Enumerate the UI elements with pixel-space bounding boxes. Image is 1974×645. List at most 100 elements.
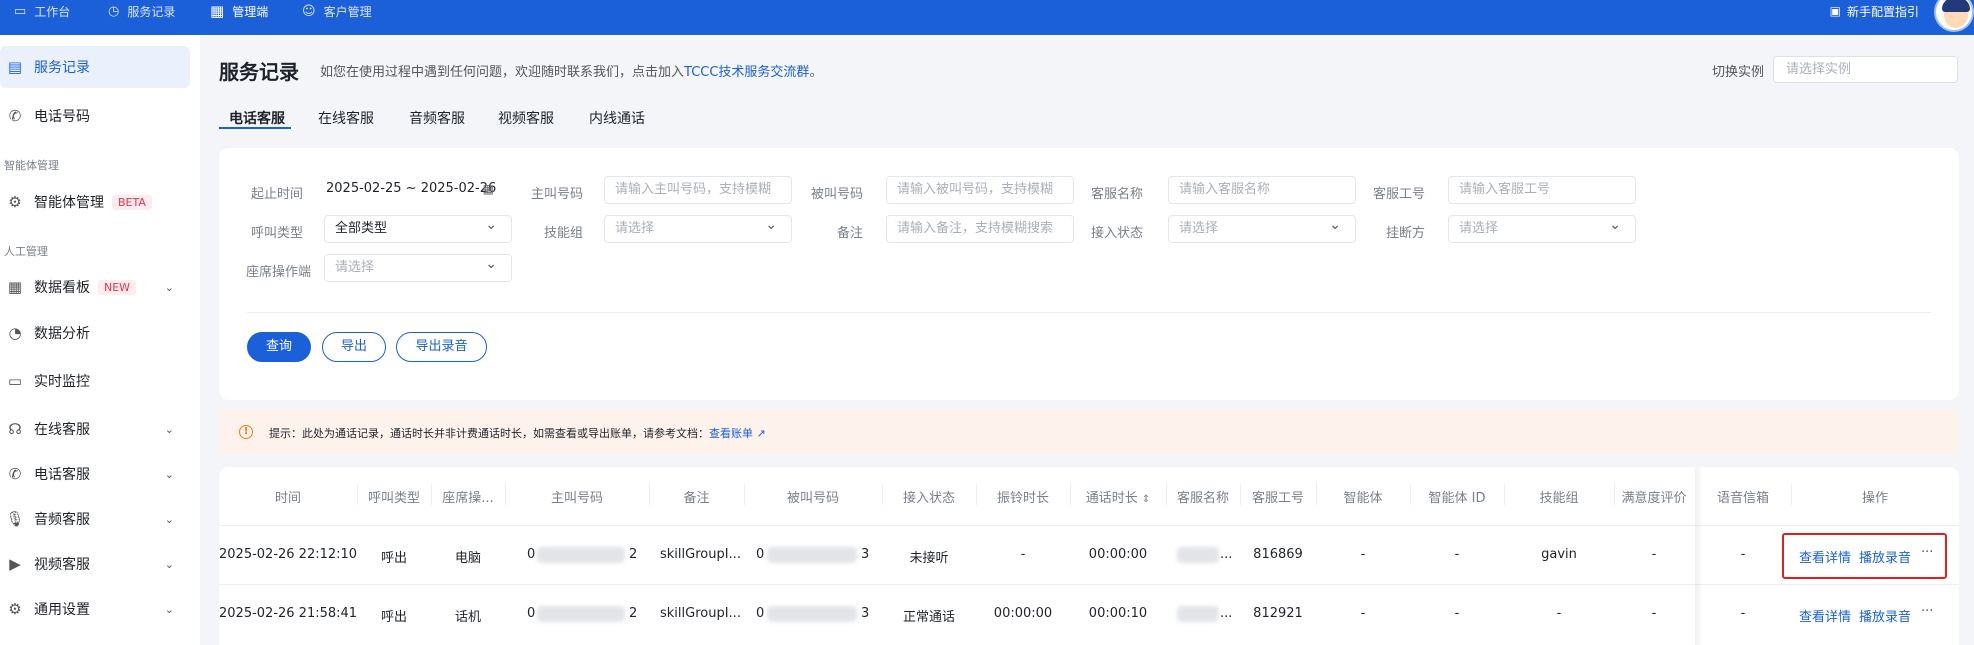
filter-panel: 起止时间 2025-02-25 ~ 2025-02-26 ▦ 主叫号码 请输入主… <box>219 148 1959 400</box>
sidebar-item-audio-service[interactable]: 🎙 音频客服 ⌄ <box>0 498 190 540</box>
cell-voicemail: - <box>1740 547 1746 562</box>
agent-name-input[interactable]: 请输入客服名称 <box>1168 176 1356 204</box>
col-actions: 操作 <box>1861 491 1888 506</box>
sidebar: ▤ 服务记录 ✆ 电话号码 智能体管理 ⚙ 智能体管理 BETA 人工管理 ▦ … <box>0 35 200 645</box>
phone-icon: ✆ <box>8 465 22 483</box>
sidebar-item-online-service[interactable]: ☊ 在线客服 ⌄ <box>0 408 190 450</box>
caller-label: 主叫号码 <box>530 187 583 202</box>
col-caller: 主叫号码 <box>550 491 603 506</box>
avatar-hair-icon <box>1942 0 1970 12</box>
view-detail-link[interactable]: 查看详情 <box>1799 606 1851 625</box>
col-agent-name: 客服名称 <box>1176 491 1229 506</box>
cell-access: 正常通话 <box>902 610 955 625</box>
col-callee: 被叫号码 <box>786 491 839 506</box>
tab-audio-service[interactable]: 音频客服 <box>409 108 465 128</box>
sidebar-item-data-analysis[interactable]: ◔ 数据分析 <box>0 312 190 354</box>
sidebar-item-dashboard[interactable]: ▦ 数据看板 NEW ⌄ <box>0 266 190 308</box>
switch-instance-select[interactable]: 请选择实例 <box>1773 56 1958 83</box>
avatar[interactable] <box>1934 0 1974 32</box>
document-icon: ▤ <box>7 58 23 76</box>
access-status-select[interactable]: 请选择 <box>1168 215 1356 243</box>
cell-remark: skillGroupI... <box>660 606 740 621</box>
cell-call-type: 呼出 <box>380 610 407 625</box>
sidebar-item-video-service[interactable]: ▶ 视频客服 ⌄ <box>0 543 190 585</box>
call-type-select[interactable]: 全部类型 <box>324 215 512 243</box>
user-icon: ☺ <box>302 3 316 19</box>
nav-workbench[interactable]: ▭ 工作台 <box>14 0 70 22</box>
chevron-down-icon: ⌄ <box>164 512 174 526</box>
sidebar-item-realtime-monitor[interactable]: ▭ 实时监控 <box>0 360 190 402</box>
cell-bot-id: - <box>1454 606 1460 621</box>
cell-call-type: 呼出 <box>380 551 407 566</box>
sidebar-item-service-records[interactable]: ▤ 服务记录 <box>0 46 190 88</box>
masked-callee <box>767 606 857 622</box>
gear-icon: ⚙ <box>8 193 22 211</box>
sidebar-item-bot-management[interactable]: ⚙ 智能体管理 BETA <box>0 181 190 223</box>
cell-access: 未接听 <box>909 551 949 566</box>
callee-input[interactable]: 请输入被叫号码，支持模糊 <box>886 176 1074 204</box>
cell-caller-suffix: 2 <box>629 547 638 562</box>
masked-agent-name <box>1177 606 1219 622</box>
tab-internal-call[interactable]: 内线通话 <box>589 108 645 128</box>
new-badge: NEW <box>98 279 137 295</box>
seat-terminal-select[interactable]: 请选择 <box>324 254 512 282</box>
cell-time: 2025-02-26 22:12:10 <box>219 547 357 562</box>
col-bot-id: 智能体 ID <box>1428 491 1486 506</box>
masked-agent-name <box>1177 547 1219 563</box>
agent-name-label: 客服名称 <box>1090 187 1143 202</box>
filter-divider <box>247 312 1931 313</box>
skill-group-label: 技能组 <box>543 226 583 241</box>
tab-online-service[interactable]: 在线客服 <box>318 108 374 128</box>
sidebar-group-manual: 人工管理 <box>4 245 48 258</box>
guide-link[interactable]: ▣ 新手配置指引 <box>1830 0 1919 22</box>
mic-icon: 🎙 <box>5 510 25 528</box>
seat-terminal-label: 座席操作端 <box>245 265 311 280</box>
sidebar-item-phone-service[interactable]: ✆ 电话客服 ⌄ <box>0 453 190 495</box>
skill-group-select[interactable]: 请选择 <box>604 215 792 243</box>
time-range-picker[interactable]: 2025-02-25 ~ 2025-02-26 ▦ <box>324 176 504 204</box>
cell-callee-prefix: 0 <box>756 547 765 562</box>
cell-agent-id: 816869 <box>1253 547 1303 562</box>
cell-caller-prefix: 0 <box>527 606 536 621</box>
tab-video-service[interactable]: 视频客服 <box>498 108 554 128</box>
view-bill-link[interactable]: 查看账单 <box>709 427 753 440</box>
query-button[interactable]: 查询 <box>247 332 311 362</box>
dashboard-icon: ▦ <box>7 278 23 296</box>
col-skill-group: 技能组 <box>1539 491 1579 506</box>
access-status-label: 接入状态 <box>1090 226 1143 241</box>
billing-notice: ! 提示：此处为通话记录，通话时长并非计费通话时长，如需查看或导出账单，请参考文… <box>219 410 1959 454</box>
nav-service-records[interactable]: ◷ 服务记录 <box>108 0 175 22</box>
nav-customer-management[interactable]: ☺ 客户管理 <box>302 0 372 22</box>
col-duration[interactable]: 通话时长 ⇕ <box>1070 487 1166 506</box>
tab-phone-service[interactable]: 电话客服 <box>229 108 285 128</box>
phone-icon: ✆ <box>8 107 22 125</box>
book-icon: ▣ <box>1829 4 1841 18</box>
caller-input[interactable]: 请输入主叫号码，支持模糊 <box>604 176 792 204</box>
call-type-label: 呼叫类型 <box>250 226 303 241</box>
sort-icon: ⇕ <box>1141 494 1151 505</box>
join-group-link[interactable]: TCCC技术服务交流群 <box>684 65 809 80</box>
sidebar-item-general-settings[interactable]: ⚙ 通用设置 ⌄ <box>0 588 190 630</box>
cell-agent-name: ... <box>1220 606 1233 621</box>
col-remark: 备注 <box>683 491 710 506</box>
page-title: 服务记录 <box>219 60 299 84</box>
sidebar-item-phone-numbers[interactable]: ✆ 电话号码 <box>0 95 190 137</box>
cell-callee-suffix: 3 <box>861 606 870 621</box>
export-button[interactable]: 导出 <box>322 332 386 362</box>
agent-id-input[interactable]: 请输入客服工号 <box>1448 176 1636 204</box>
hangup-party-select[interactable]: 请选择 <box>1448 215 1636 243</box>
remark-label: 备注 <box>836 226 863 241</box>
cell-duration: 00:00:10 <box>1088 606 1148 621</box>
more-icon[interactable]: ··· <box>1921 604 1933 619</box>
cell-seat: 电脑 <box>454 551 481 566</box>
nav-admin[interactable]: ▦ 管理端 <box>210 0 268 22</box>
play-recording-link[interactable]: 播放录音 <box>1859 606 1911 625</box>
cell-skill-group: - <box>1556 606 1562 621</box>
remark-input[interactable]: 请输入备注，支持模糊搜索 <box>886 215 1074 243</box>
warning-icon: ! <box>239 425 253 439</box>
chevron-down-icon: ⌄ <box>164 602 174 616</box>
col-bot: 智能体 <box>1343 491 1383 506</box>
switch-instance-label: 切换实例 <box>1712 65 1765 80</box>
export-audio-button[interactable]: 导出录音 <box>396 332 487 362</box>
masked-caller <box>537 606 625 622</box>
